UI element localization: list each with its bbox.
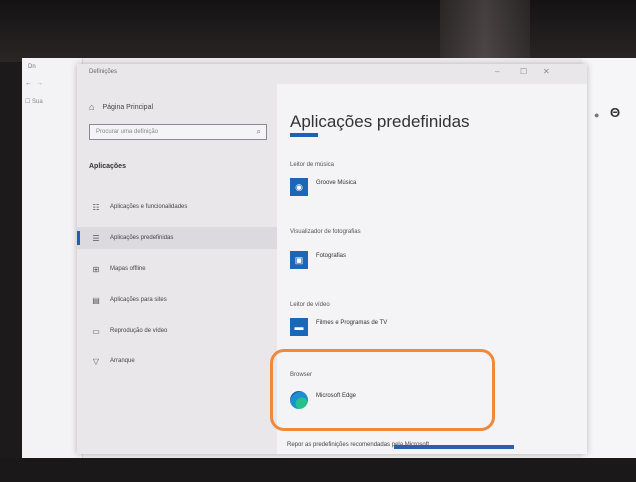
search-input[interactable]: Procurar uma definição ⌕ bbox=[89, 124, 267, 140]
home-link[interactable]: ⌂ Página Principal bbox=[89, 102, 153, 112]
apps-websites-icon: ▤ bbox=[92, 295, 100, 305]
sidebar-item-label: Reprodução de vídeo bbox=[110, 328, 168, 334]
default-apps-icon: ☰ bbox=[92, 233, 100, 243]
minimize-button[interactable]: – bbox=[495, 67, 499, 76]
title-bar: Definições – ☐ ✕ bbox=[77, 64, 587, 84]
photos-icon: ▣ bbox=[290, 251, 308, 269]
home-icon: ⌂ bbox=[89, 102, 95, 112]
search-icon: ⌕ bbox=[256, 127, 261, 136]
background-browser-right bbox=[582, 58, 636, 460]
sidebar-item-label: Aplicações para sites bbox=[110, 297, 167, 303]
settings-sidebar: ⌂ Página Principal Procurar uma definiçã… bbox=[77, 84, 277, 454]
monitor-bezel-bottom bbox=[0, 458, 636, 482]
default-app-music[interactable]: ◉ Groove Música bbox=[290, 178, 356, 196]
home-label: Página Principal bbox=[102, 103, 154, 111]
sidebar-item-offline-maps[interactable]: ⊞ Mapas offline bbox=[77, 258, 277, 280]
sidebar-item-label: Arranque bbox=[110, 358, 135, 364]
sidebar-item-label: Mapas offline bbox=[110, 266, 146, 272]
default-app-photos[interactable]: ▣ Fotografias bbox=[290, 251, 346, 269]
sidebar-item-apps-features[interactable]: ☷ Aplicações e funcionalidades bbox=[77, 196, 277, 218]
browser-highlight-box bbox=[270, 349, 495, 431]
close-button[interactable]: ✕ bbox=[543, 67, 550, 76]
category-label-photos: Visualizador de fotografias bbox=[290, 229, 361, 235]
app-name: Fotografias bbox=[316, 253, 347, 259]
sidebar-item-default-apps[interactable]: ☰ Aplicações predefinidas bbox=[77, 227, 277, 249]
account-icon[interactable]: Θ bbox=[610, 105, 620, 120]
bezel-reflection bbox=[440, 0, 530, 60]
more-dot-icon[interactable]: ● bbox=[594, 110, 599, 120]
monitor-bezel-top bbox=[0, 0, 636, 62]
startup-icon: ▽ bbox=[92, 356, 100, 366]
reset-button-bar[interactable] bbox=[394, 445, 514, 449]
maximize-button[interactable]: ☐ bbox=[520, 67, 527, 76]
background-browser: Dn ← → ☐ Sua bbox=[22, 58, 83, 460]
browser-tab-label[interactable]: Dn bbox=[28, 64, 36, 70]
sidebar-item-video-playback[interactable]: ▭ Reprodução de vídeo bbox=[77, 320, 277, 342]
forward-arrow-icon[interactable]: → bbox=[36, 80, 43, 87]
video-playback-icon: ▭ bbox=[92, 326, 100, 336]
title-accent-bar bbox=[290, 133, 318, 137]
offline-maps-icon: ⊞ bbox=[92, 264, 100, 274]
search-placeholder: Procurar uma definição bbox=[96, 129, 159, 135]
movies-tv-icon: ▬ bbox=[290, 318, 308, 336]
sidebar-item-apps-websites[interactable]: ▤ Aplicações para sites bbox=[77, 289, 277, 311]
section-title: Aplicações bbox=[89, 163, 126, 170]
selected-indicator bbox=[77, 231, 80, 245]
app-name: Groove Música bbox=[316, 180, 357, 186]
back-arrow-icon[interactable]: ← bbox=[25, 80, 32, 87]
sidebar-item-label: Aplicações e funcionalidades bbox=[110, 204, 188, 210]
apps-features-icon: ☷ bbox=[92, 202, 100, 212]
favorites-bar-item[interactable]: ☐ Sua bbox=[25, 98, 43, 105]
category-label-music: Leitor de música bbox=[290, 162, 335, 168]
sidebar-item-startup[interactable]: ▽ Arranque bbox=[77, 350, 277, 372]
groove-music-icon: ◉ bbox=[290, 178, 308, 196]
app-name: Filmes e Programas de TV bbox=[316, 320, 388, 326]
category-label-video: Leitor de vídeo bbox=[290, 302, 330, 308]
default-app-video[interactable]: ▬ Filmes e Programas de TV bbox=[290, 318, 387, 336]
page-title: Aplicações predefinidas bbox=[290, 112, 470, 131]
sidebar-item-label: Aplicações predefinidas bbox=[110, 235, 174, 241]
window-title: Definições bbox=[89, 69, 118, 75]
